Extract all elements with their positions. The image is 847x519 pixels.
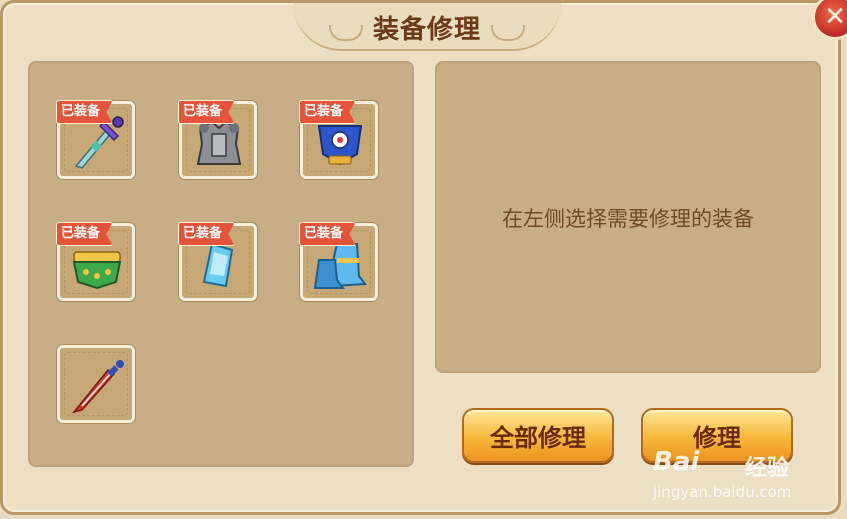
equipment-slot-red-blade[interactable] [57,345,135,423]
baidu-watermark: Bai 经验 jingyan.baidu.com [653,447,813,517]
equipped-badge: 已装备 [299,222,357,246]
equipment-slot-helmet[interactable]: 已装备 [299,100,378,179]
watermark-url: jingyan.baidu.com [653,483,792,501]
repair-detail-panel: 在左侧选择需要修理的装备 [435,61,821,373]
repair-dialog: 装备修理 已装备 已装备 已装备 已装备 已装备 已装备 在左侧选择需要修理的装… [0,0,841,515]
equipped-badge: 已装备 [56,100,114,124]
repair-all-button[interactable]: 全部修理 [462,408,614,463]
equipped-badge: 已装备 [178,100,236,124]
equipment-slot-sword[interactable]: 已装备 [56,100,135,179]
equipment-slot-armor[interactable]: 已装备 [178,100,257,179]
equipped-badge: 已装备 [299,100,357,124]
dialog-title: 装备修理 [372,15,481,45]
select-hint-text: 在左侧选择需要修理的装备 [502,207,754,231]
equipped-badge: 已装备 [56,222,114,246]
red-blade-icon [72,360,124,414]
equipment-slot-belt[interactable]: 已装备 [56,222,135,301]
watermark-logo: Bai [653,447,700,477]
equipped-badge: 已装备 [178,222,236,246]
title-plate: 装备修理 [293,3,561,51]
watermark-text: 经验 [745,456,790,481]
close-icon: ✕ [824,2,846,32]
equipment-slot-boots[interactable]: 已装备 [299,222,378,301]
equipment-slot-bracer[interactable]: 已装备 [178,222,257,301]
equipment-list-panel: 已装备 已装备 已装备 已装备 已装备 已装备 [28,61,414,467]
